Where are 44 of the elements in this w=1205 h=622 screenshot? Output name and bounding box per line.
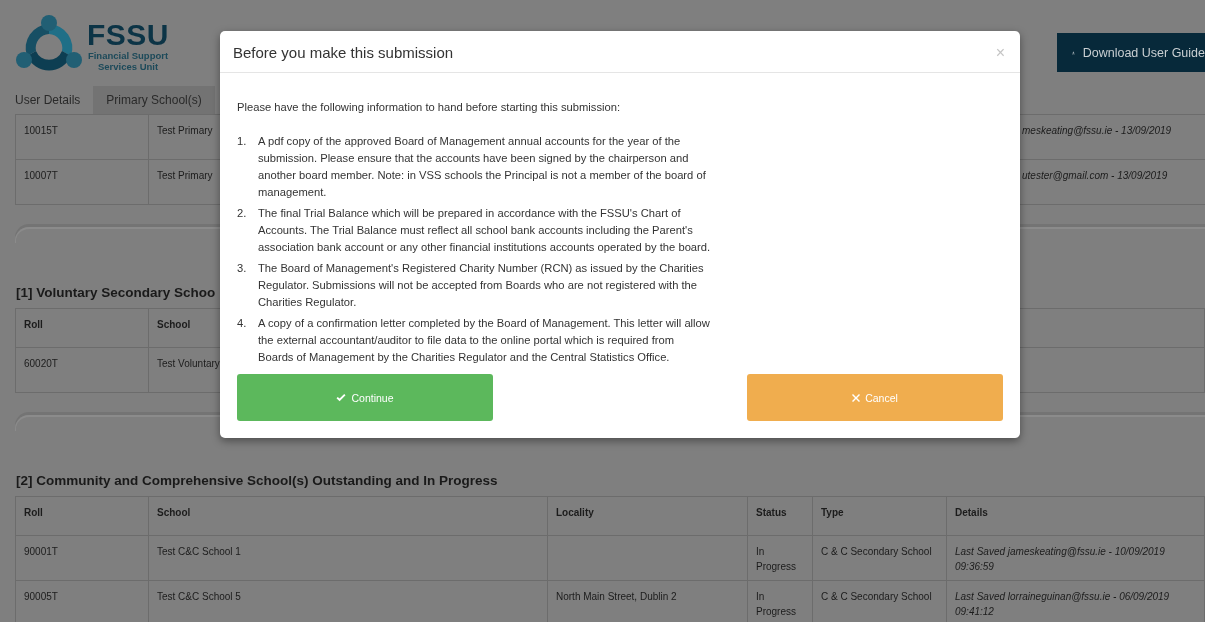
table-cell: 90005T xyxy=(16,581,149,622)
table-cell-text: utester@gmail.com - 13/09/2019 xyxy=(1021,169,1169,183)
dialog-title: Before you make this submission xyxy=(233,44,454,61)
intro-text: Please have the following information to hand before starting this submission: xyxy=(237,100,622,115)
item-number: 4. xyxy=(237,316,248,331)
table-cell: Test C&C School 1 xyxy=(149,536,548,581)
item-number: 1. xyxy=(237,134,248,149)
table-cell: 90001T xyxy=(16,536,149,581)
table-cell: Last Saved lorraineguinan@fssu.ie - 06/09/2019 09:41:12 xyxy=(947,581,1205,622)
table-cell: C & C Secondary School xyxy=(813,581,947,622)
table-cell: In Progress xyxy=(748,536,813,581)
column-header: Roll xyxy=(16,497,149,536)
check-icon xyxy=(336,393,347,402)
table-cell-text: meskeating@fssu.ie - 13/09/2019 xyxy=(1021,124,1173,138)
logo-subtitle: Financial Support xyxy=(87,50,169,61)
item-text: The Board of Management's Registered Charity Number (RCN) as issued by the Charities Regulator. Submissions will not be accepted from Boards who are not registered with the Charities Regulator. xyxy=(258,261,705,310)
table-cell: In Progress xyxy=(748,581,813,622)
column-header: Status xyxy=(748,497,813,536)
column-header: School xyxy=(149,497,548,536)
table-cell: C & C Secondary School xyxy=(813,536,947,581)
close-button[interactable]: × xyxy=(995,44,1005,61)
continue-button[interactable]: Continue xyxy=(237,374,493,421)
table-cell: 60020T xyxy=(16,348,149,393)
column-header: Details xyxy=(947,497,1205,536)
close-icon xyxy=(852,393,861,402)
item-number: 3. xyxy=(237,261,248,276)
table-cell: Last Saved jameskeating@fssu.ie - 10/09/2019 09:36:59 xyxy=(947,536,1205,581)
column-header: Roll xyxy=(16,309,149,348)
item-number: 2. xyxy=(237,206,248,221)
download-button[interactable]: Download User Guide xyxy=(1057,33,1205,72)
section-heading: [1] Voluntary Secondary Schoo xyxy=(15,285,216,302)
cancel-button[interactable]: Cancel xyxy=(747,374,1003,421)
column-header: Locality xyxy=(548,497,748,536)
table-cell: North Main Street, Dublin 2 xyxy=(548,581,748,622)
section-heading: [2] Community and Comprehensive School(s) Outstanding and In Progress xyxy=(15,473,498,490)
table-cell: 10015T xyxy=(16,115,149,159)
column-header: Type xyxy=(813,497,947,536)
table-cell: Test C&C School 5 xyxy=(149,581,548,622)
table-cell: 10007T xyxy=(16,160,149,204)
item-text: The final Trial Balance which will be prepared in accordance with the FSSU's Chart of Accounts. The Trial Balance must reflect all school bank accounts including the Parent's association bank account or any other financial institutions accounts operated by the board. xyxy=(258,206,711,255)
logo-subtitle: Services Unit xyxy=(97,61,159,72)
logo-name: FSSU xyxy=(87,20,169,50)
tab[interactable]: User Details xyxy=(15,86,94,114)
tab[interactable]: Primary School(s) xyxy=(93,86,215,114)
